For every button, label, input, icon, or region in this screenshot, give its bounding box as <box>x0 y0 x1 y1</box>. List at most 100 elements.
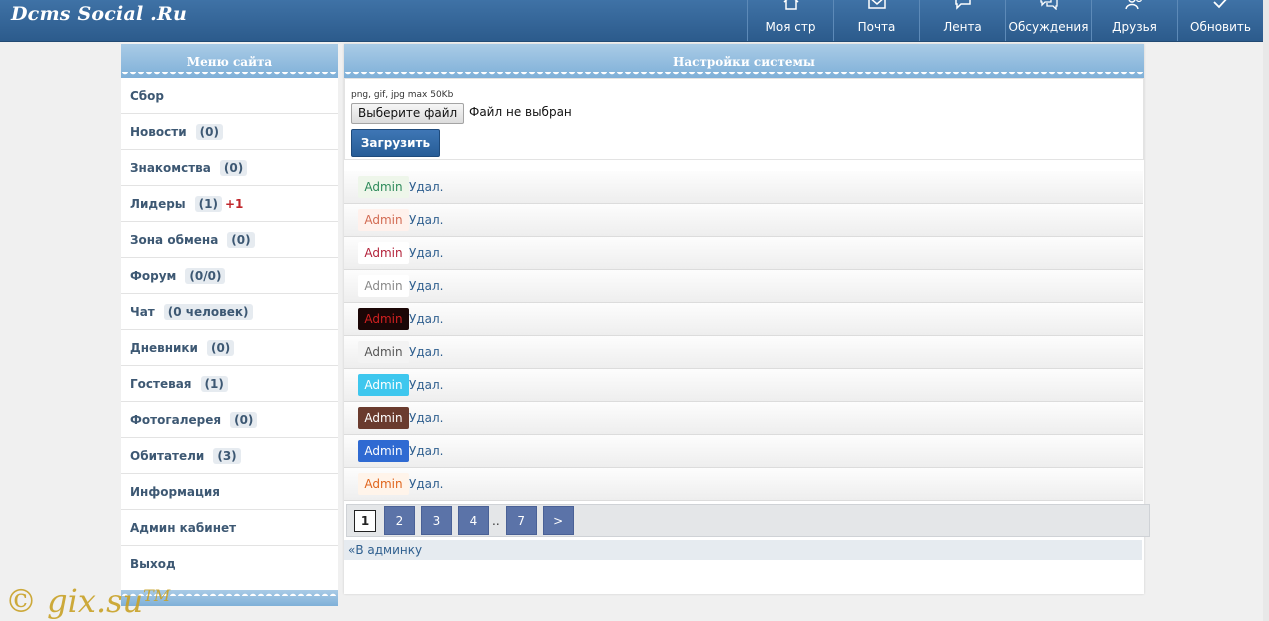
site-logo[interactable]: Dcms Social .Ru <box>11 3 187 25</box>
main-panel-header: Настройки системы <box>344 44 1144 78</box>
admin-icon-image: Admin <box>358 308 409 330</box>
sidebar-item-count: (3) <box>213 447 241 464</box>
nav-label: Обновить <box>1190 20 1251 34</box>
page-link[interactable]: 3 <box>421 506 452 535</box>
sidebar-item[interactable]: Фотогалерея (0) <box>121 402 338 438</box>
main-panel: Настройки системы png, gif, jpg max 50Kb… <box>344 44 1150 594</box>
file-status: Файл не выбран <box>469 105 572 119</box>
admin-icon-text: Admin <box>364 312 403 326</box>
page-ellipsis: .. <box>492 513 500 528</box>
delete-link[interactable]: Удал. <box>409 312 443 326</box>
delete-link[interactable]: Удал. <box>409 345 443 359</box>
sidebar-item[interactable]: Знакомства (0) <box>121 150 338 186</box>
sidebar-item[interactable]: Дневники (0) <box>121 330 338 366</box>
sidebar-item-label: Зона обмена <box>130 232 219 247</box>
admin-icon-image: Admin <box>358 176 409 198</box>
sidebar-item[interactable]: Сбор <box>121 78 338 114</box>
sidebar-item[interactable]: Обитатели (3) <box>121 438 338 474</box>
sidebar-item[interactable]: Чат (0 человек) <box>121 294 338 330</box>
delete-link[interactable]: Удал. <box>409 477 443 491</box>
delete-link[interactable]: Удал. <box>409 180 443 194</box>
icon-row: Admin Удал. <box>344 336 1143 369</box>
back-to-admin-link[interactable]: В админку <box>355 543 422 557</box>
nav-label: Обсуждения <box>1008 20 1089 34</box>
checkmark-icon <box>1212 0 1227 9</box>
nav-label: Моя стр <box>765 20 816 34</box>
admin-icon-text: Admin <box>364 477 403 491</box>
sidebar-item[interactable]: Форум (0/0) <box>121 258 338 294</box>
sidebar-item[interactable]: Лидеры (1) +1 <box>121 186 338 222</box>
sidebar-item-label: Информация <box>130 484 220 499</box>
delete-link[interactable]: Удал. <box>409 213 443 227</box>
sidebar-item-count: (0) <box>230 411 258 428</box>
sidebar-item[interactable]: Новости (0) <box>121 114 338 150</box>
page-next[interactable]: > <box>542 506 574 535</box>
admin-icon-text: Admin <box>364 213 403 227</box>
sidebar-item[interactable]: Админ кабинет <box>121 510 338 546</box>
page-link[interactable]: 4 <box>458 506 489 535</box>
sidebar-item[interactable]: Информация <box>121 474 338 510</box>
sidebar-item-count: (1) <box>200 375 228 392</box>
friends-icon <box>1124 0 1142 10</box>
admin-icon-image: Admin <box>358 275 409 297</box>
admin-icon-text: Admin <box>364 378 403 392</box>
nav-feed[interactable]: Лента <box>919 0 1005 41</box>
page-link[interactable]: 2 <box>384 506 415 535</box>
delete-link[interactable]: Удал. <box>409 411 443 425</box>
mail-icon <box>867 0 886 9</box>
admin-icon-image: Admin <box>358 407 409 429</box>
admin-icon-text: Admin <box>364 279 403 293</box>
admin-icon-image: Admin <box>358 473 409 495</box>
sidebar-item-label: Админ кабинет <box>130 520 237 535</box>
sidebar-item-count: (0/0) <box>185 267 226 284</box>
discussion-icon <box>1039 0 1058 10</box>
sidebar-item[interactable]: Гостевая (1) <box>121 366 338 402</box>
choose-file-button[interactable]: Выберите файл <box>351 103 465 124</box>
delete-link[interactable]: Удал. <box>409 279 443 293</box>
sidebar-item-label: Фотогалерея <box>130 412 222 427</box>
icon-row: Admin Удал. <box>344 171 1143 204</box>
delete-link[interactable]: Удал. <box>409 246 443 260</box>
sidebar-item[interactable]: Выход <box>121 546 338 581</box>
site-menu-header: Меню сайта <box>121 44 338 78</box>
sidebar-item-label: Дневники <box>130 340 198 355</box>
nav-label: Лента <box>943 20 982 34</box>
nav-friends[interactable]: Друзья <box>1091 0 1177 41</box>
nav-discussions[interactable]: Обсуждения <box>1005 0 1091 41</box>
sidebar-item[interactable]: Зона обмена (0) <box>121 222 338 258</box>
icon-row: Admin Удал. <box>344 468 1143 501</box>
watermark-tm: TM <box>143 586 171 605</box>
icon-row: Admin Удал. <box>344 303 1143 336</box>
top-bar: Dcms Social .Ru Моя стр Почта Лента Обсу… <box>0 0 1264 42</box>
scrollbar[interactable] <box>1263 0 1269 621</box>
speech-bubble-icon <box>954 0 971 10</box>
icon-row: Admin Удал. <box>344 270 1143 303</box>
sidebar-item-label: Выход <box>130 556 176 571</box>
upload-button[interactable]: Загрузить <box>351 129 440 157</box>
home-icon <box>783 0 798 10</box>
admin-icon-image: Admin <box>358 440 409 462</box>
sidebar-item-label: Форум <box>130 268 177 283</box>
watermark-text: © gix.su <box>5 582 144 620</box>
upload-hint: png, gif, jpg max 50Kb <box>351 90 454 100</box>
sidebar-item-label: Лидеры <box>130 196 186 211</box>
sidebar-item-label: Чат <box>130 304 155 319</box>
sidebar-item-new-count: +1 <box>224 196 244 211</box>
sidebar-item-label: Знакомства <box>130 160 211 175</box>
decorative-wave <box>121 72 338 78</box>
nav-mail[interactable]: Почта <box>833 0 919 41</box>
nav-my-page[interactable]: Моя стр <box>747 0 833 41</box>
delete-link[interactable]: Удал. <box>409 444 443 458</box>
sidebar-item-count: (0) <box>206 339 235 356</box>
page-link-last[interactable]: 7 <box>505 506 537 535</box>
admin-icon-text: Admin <box>364 246 403 260</box>
admin-icon-text: Admin <box>364 345 403 359</box>
sidebar-item-label: Сбор <box>130 88 165 103</box>
nav-refresh[interactable]: Обновить <box>1177 0 1264 41</box>
icon-row: Admin Удал. <box>344 435 1143 468</box>
admin-icon-text: Admin <box>364 180 403 194</box>
admin-icon-image: Admin <box>358 374 409 396</box>
admin-icon-image: Admin <box>358 209 409 231</box>
delete-link[interactable]: Удал. <box>409 378 443 392</box>
site-menu-list: Сбор Новости (0) Знакомства (0) Лидеры (1) +1 Зо… <box>121 78 338 581</box>
